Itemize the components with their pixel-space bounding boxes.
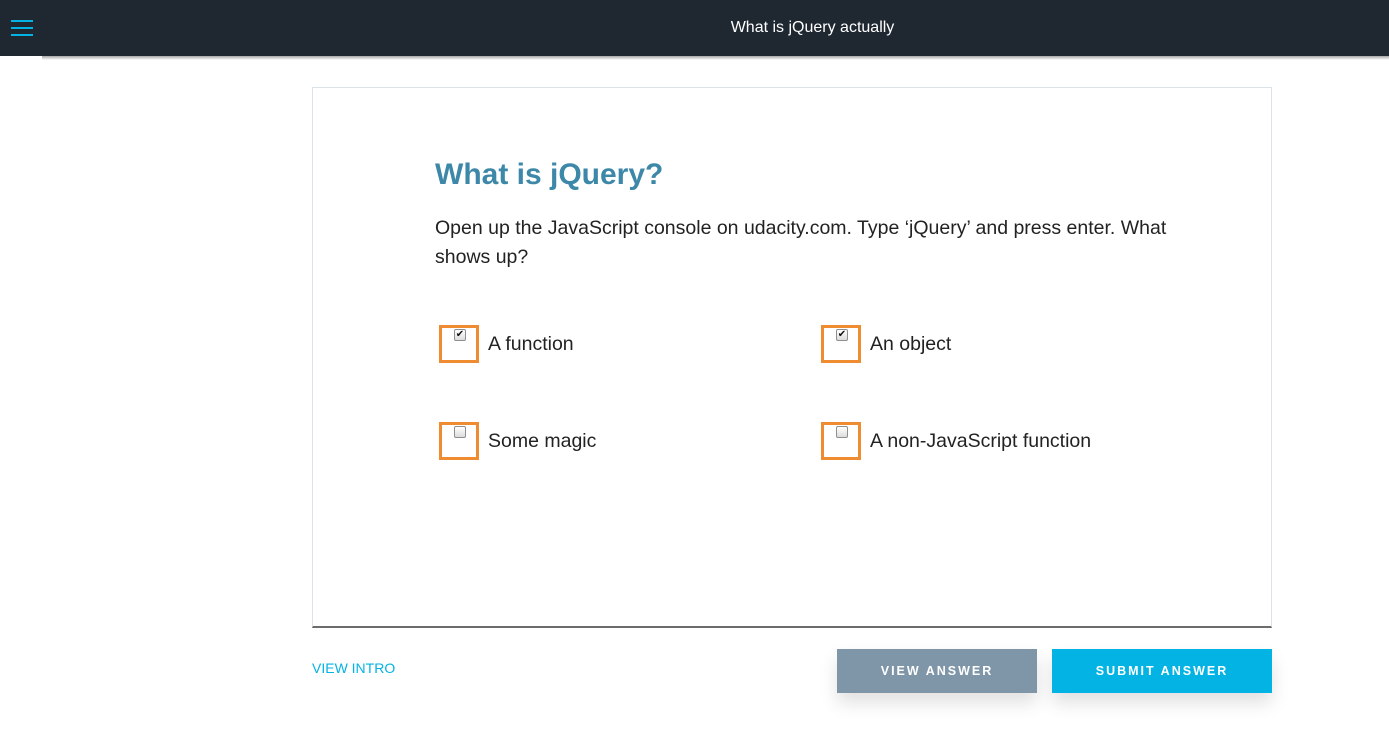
view-intro-link[interactable]: VIEW INTRO [312,660,395,676]
option-some-magic[interactable]: Some magic [439,422,596,460]
option-label: An object [870,332,952,355]
option-label: A non-JavaScript function [870,429,1092,452]
quiz-prompt: Open up the JavaScript console on udacit… [435,217,1167,268]
quiz-frame: What is jQuery? Open up the JavaScript c… [312,87,1272,628]
page-title: What is jQuery actually [730,19,895,36]
submit-answer-button[interactable]: SUBMIT ANSWER [1052,649,1272,693]
option-label: Some magic [488,429,597,452]
quiz-heading: What is jQuery? [435,158,664,191]
option-an-object[interactable]: ✔ An object [821,325,951,363]
header-shadow [42,56,1389,60]
option-label: A function [488,332,574,355]
checkbox[interactable] [439,422,479,460]
option-non-javascript-function[interactable]: A non-JavaScript function [821,422,1091,460]
checkbox-mark [836,426,848,438]
view-answer-button[interactable]: VIEW ANSWER [837,649,1037,693]
top-navigation-bar: What is jQuery actually [0,0,1389,60]
checkbox-mark [454,426,466,438]
checkbox[interactable]: ✔ [439,325,479,363]
checkbox-mark: ✔ [836,329,848,341]
option-a-function[interactable]: ✔ A function [439,325,574,363]
checkbox[interactable] [821,422,861,460]
checkbox-mark: ✔ [454,329,466,341]
checkbox[interactable]: ✔ [821,325,861,363]
